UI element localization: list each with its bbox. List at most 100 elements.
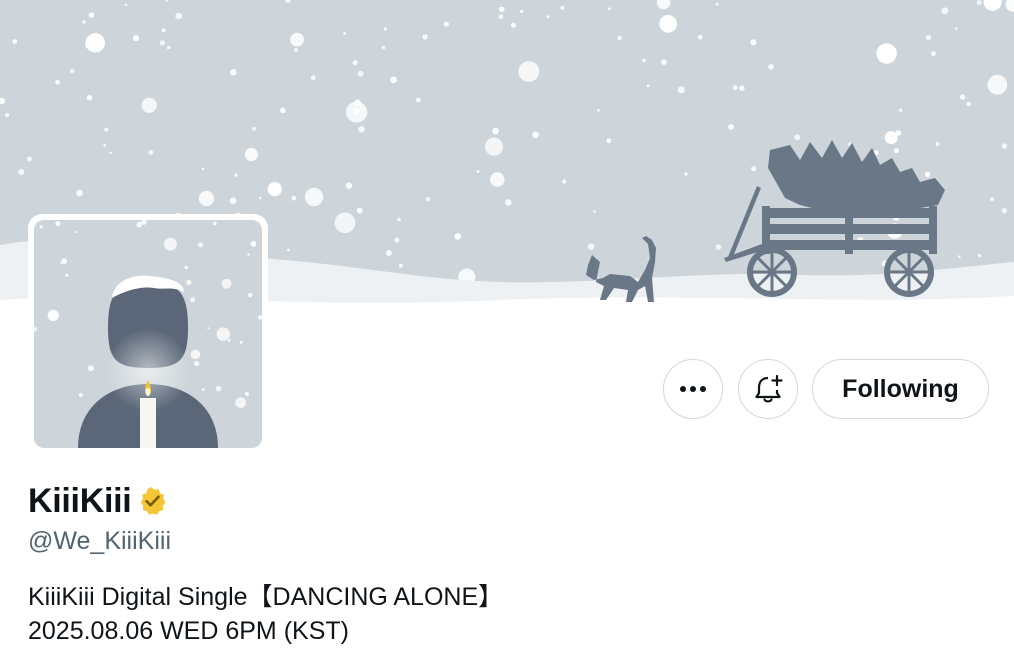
snowflake bbox=[259, 196, 262, 200]
snowflake bbox=[876, 43, 897, 64]
snowflake bbox=[78, 393, 83, 398]
snowflake bbox=[562, 179, 567, 184]
snowflake bbox=[358, 126, 365, 133]
snowflake bbox=[587, 243, 595, 250]
snowflake bbox=[750, 39, 757, 46]
snowflake bbox=[977, 253, 982, 258]
snowflake bbox=[202, 388, 205, 391]
snowflake bbox=[47, 309, 59, 322]
profile-bio: KiiiKiii Digital Single【DANCING ALONE】 2… bbox=[28, 580, 503, 648]
snowflake bbox=[476, 170, 480, 173]
bio-line: KiiiKiii Digital Single【DANCING ALONE】 bbox=[28, 583, 504, 611]
snowflake bbox=[88, 12, 95, 18]
snowflake bbox=[484, 137, 504, 156]
snowflake bbox=[250, 241, 257, 247]
snowflake bbox=[505, 199, 512, 206]
snowflake bbox=[85, 33, 106, 53]
snowflake bbox=[884, 131, 898, 145]
notifications-button[interactable] bbox=[738, 359, 798, 419]
profile-handle: @We_KiiiKiii bbox=[28, 527, 172, 555]
snowflake bbox=[124, 3, 128, 7]
snowflake bbox=[244, 391, 250, 397]
snowflake bbox=[893, 148, 900, 154]
snowflake bbox=[390, 76, 397, 84]
snowflake bbox=[925, 34, 932, 41]
bell-plus-icon bbox=[755, 374, 783, 403]
snowflake bbox=[794, 134, 801, 141]
snowflake bbox=[87, 365, 94, 372]
snowflake bbox=[294, 48, 298, 52]
snowflake bbox=[898, 108, 903, 112]
snowflake bbox=[76, 189, 83, 197]
snowflake bbox=[498, 6, 505, 13]
snowflake bbox=[606, 138, 612, 144]
snowflake bbox=[385, 250, 392, 256]
snowflake bbox=[354, 99, 361, 106]
profile-name-row: KiiiKiii bbox=[28, 478, 168, 524]
more-horizontal-icon bbox=[680, 386, 706, 392]
snowflake bbox=[198, 242, 204, 248]
snowflake bbox=[941, 7, 949, 15]
snowflake bbox=[617, 35, 622, 41]
snowflake bbox=[510, 22, 517, 28]
snowflake bbox=[739, 85, 745, 91]
snowflake bbox=[490, 172, 505, 187]
snowflake bbox=[86, 95, 93, 101]
snowflake bbox=[239, 340, 243, 344]
snowflake bbox=[954, 27, 958, 30]
snowflake bbox=[959, 94, 966, 100]
more-button[interactable] bbox=[663, 359, 723, 419]
snowflake bbox=[186, 279, 192, 285]
following-button[interactable]: Following bbox=[812, 359, 989, 419]
snowflake bbox=[207, 327, 210, 330]
snowflake bbox=[194, 361, 200, 367]
snowflake bbox=[677, 86, 685, 94]
snowflake bbox=[310, 75, 316, 81]
snowflake bbox=[215, 385, 222, 392]
snowflake bbox=[715, 244, 722, 250]
verified-badge-icon[interactable] bbox=[138, 486, 168, 516]
snowflake bbox=[931, 51, 936, 57]
snowflake bbox=[55, 79, 60, 85]
display-name: KiiiKiii bbox=[28, 481, 132, 520]
snowflake bbox=[751, 166, 757, 172]
snowflake bbox=[728, 124, 734, 130]
profile-avatar[interactable] bbox=[28, 214, 268, 454]
snowflake bbox=[394, 237, 400, 243]
snowflake bbox=[229, 197, 237, 205]
snowflake bbox=[334, 212, 356, 234]
snowflake bbox=[607, 7, 611, 11]
snowflake bbox=[684, 172, 688, 176]
snowflake bbox=[26, 156, 32, 162]
avatar-image bbox=[34, 220, 262, 448]
snowflake bbox=[159, 40, 166, 46]
snowflake bbox=[291, 195, 297, 201]
snowflake bbox=[74, 230, 77, 234]
snowflake bbox=[163, 237, 177, 251]
snowflake bbox=[213, 221, 217, 226]
snowflake bbox=[935, 141, 940, 147]
snowflake bbox=[422, 34, 428, 40]
snowflake bbox=[290, 32, 304, 47]
snowflake bbox=[353, 107, 360, 115]
snowflake bbox=[61, 258, 67, 265]
snowflake bbox=[234, 173, 238, 177]
snowflake bbox=[498, 14, 504, 19]
snowflake bbox=[190, 349, 201, 360]
snowflake bbox=[520, 9, 524, 13]
snowflake bbox=[65, 273, 69, 277]
snowflake bbox=[383, 27, 388, 31]
snowflake bbox=[103, 143, 107, 147]
snowflake bbox=[82, 20, 86, 24]
snowflake bbox=[148, 150, 154, 155]
snowflake bbox=[141, 97, 157, 113]
snowflake bbox=[560, 5, 565, 10]
snowflake bbox=[343, 31, 347, 36]
snowflake bbox=[597, 109, 600, 112]
snowflake bbox=[252, 126, 257, 131]
snowflake bbox=[104, 127, 109, 132]
snowflake bbox=[990, 197, 994, 201]
snowflake bbox=[987, 74, 1008, 95]
snowflake bbox=[357, 70, 364, 77]
snowflake bbox=[184, 265, 188, 270]
